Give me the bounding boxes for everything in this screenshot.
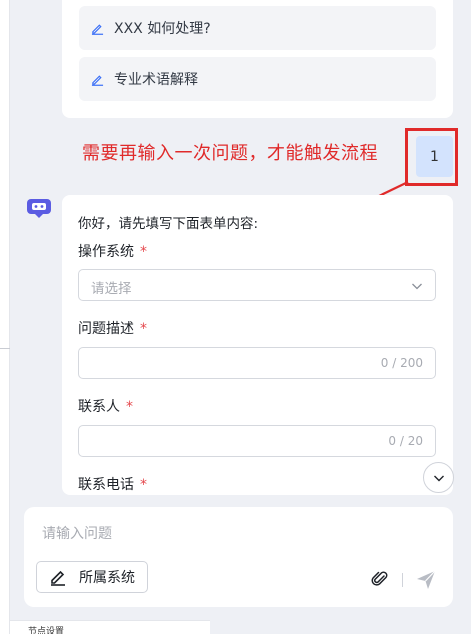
char-counter: 0 / 20: [388, 434, 423, 448]
system-select-button[interactable]: 所属系统: [36, 561, 148, 593]
system-button-label: 所属系统: [79, 570, 135, 586]
chevron-down-icon: [433, 475, 444, 481]
edit-icon: [91, 23, 104, 35]
right-edge: [471, 0, 475, 634]
description-input[interactable]: 0 / 200: [78, 347, 436, 379]
divider: [0, 348, 10, 349]
node-settings-label: 节点设置: [28, 627, 65, 634]
field-label-contact: 联系人 *: [78, 396, 133, 416]
required-mark: *: [140, 477, 147, 493]
char-counter: 0 / 200: [380, 356, 423, 370]
paperclip-icon[interactable]: [371, 570, 389, 588]
message-composer[interactable]: 请输入问题 所属系统: [24, 507, 453, 607]
suggestion-label: XXX 如何处理?: [114, 21, 211, 37]
send-icon[interactable]: [415, 569, 437, 591]
suggestion-item[interactable]: 专业术语解释: [79, 57, 436, 101]
divider: [402, 573, 403, 587]
field-label-text: 联系人: [78, 399, 120, 415]
bot-form-card: 你好，请先填写下面表单内容: 操作系统 * 请选择 问题描述 * 0 / 200 联…: [62, 195, 453, 495]
annotation-text: 需要再输入一次问题，才能触发流程: [82, 143, 378, 164]
field-label-text: 操作系统: [78, 244, 134, 260]
suggestion-label: 专业术语解释: [114, 72, 198, 88]
pen-icon: [51, 570, 65, 586]
field-label-text: 联系电话: [78, 477, 134, 493]
bot-greeting: 你好，请先填写下面表单内容:: [78, 216, 259, 232]
required-mark: *: [140, 244, 147, 260]
scroll-to-bottom-button[interactable]: [423, 462, 454, 493]
field-label-description: 问题描述 *: [78, 318, 147, 338]
node-settings-tab[interactable]: 节点设置: [10, 620, 210, 634]
suggestion-card: XXX 如何处理? 专业术语解释: [62, 0, 453, 118]
required-mark: *: [140, 321, 147, 337]
chevron-down-icon: [412, 283, 422, 290]
bot-icon: [27, 199, 51, 218]
suggestion-item[interactable]: XXX 如何处理?: [79, 6, 436, 50]
required-mark: *: [126, 399, 133, 415]
chat-panel: XXX 如何处理? 专业术语解释 需要再输入一次问题，才能触发流程 1 你好，请…: [0, 0, 475, 634]
composer-placeholder: 请输入问题: [42, 526, 112, 542]
field-label-phone: 联系电话 *: [78, 474, 147, 494]
user-message-bubble: 1: [416, 136, 453, 177]
field-label-text: 问题描述: [78, 321, 134, 337]
left-sidebar-edge: [0, 0, 10, 634]
contact-input[interactable]: 0 / 20: [78, 425, 436, 457]
select-placeholder: 请选择: [91, 281, 132, 297]
field-label-os: 操作系统 *: [78, 241, 147, 261]
os-select[interactable]: 请选择: [78, 269, 436, 301]
edit-icon: [91, 74, 104, 86]
